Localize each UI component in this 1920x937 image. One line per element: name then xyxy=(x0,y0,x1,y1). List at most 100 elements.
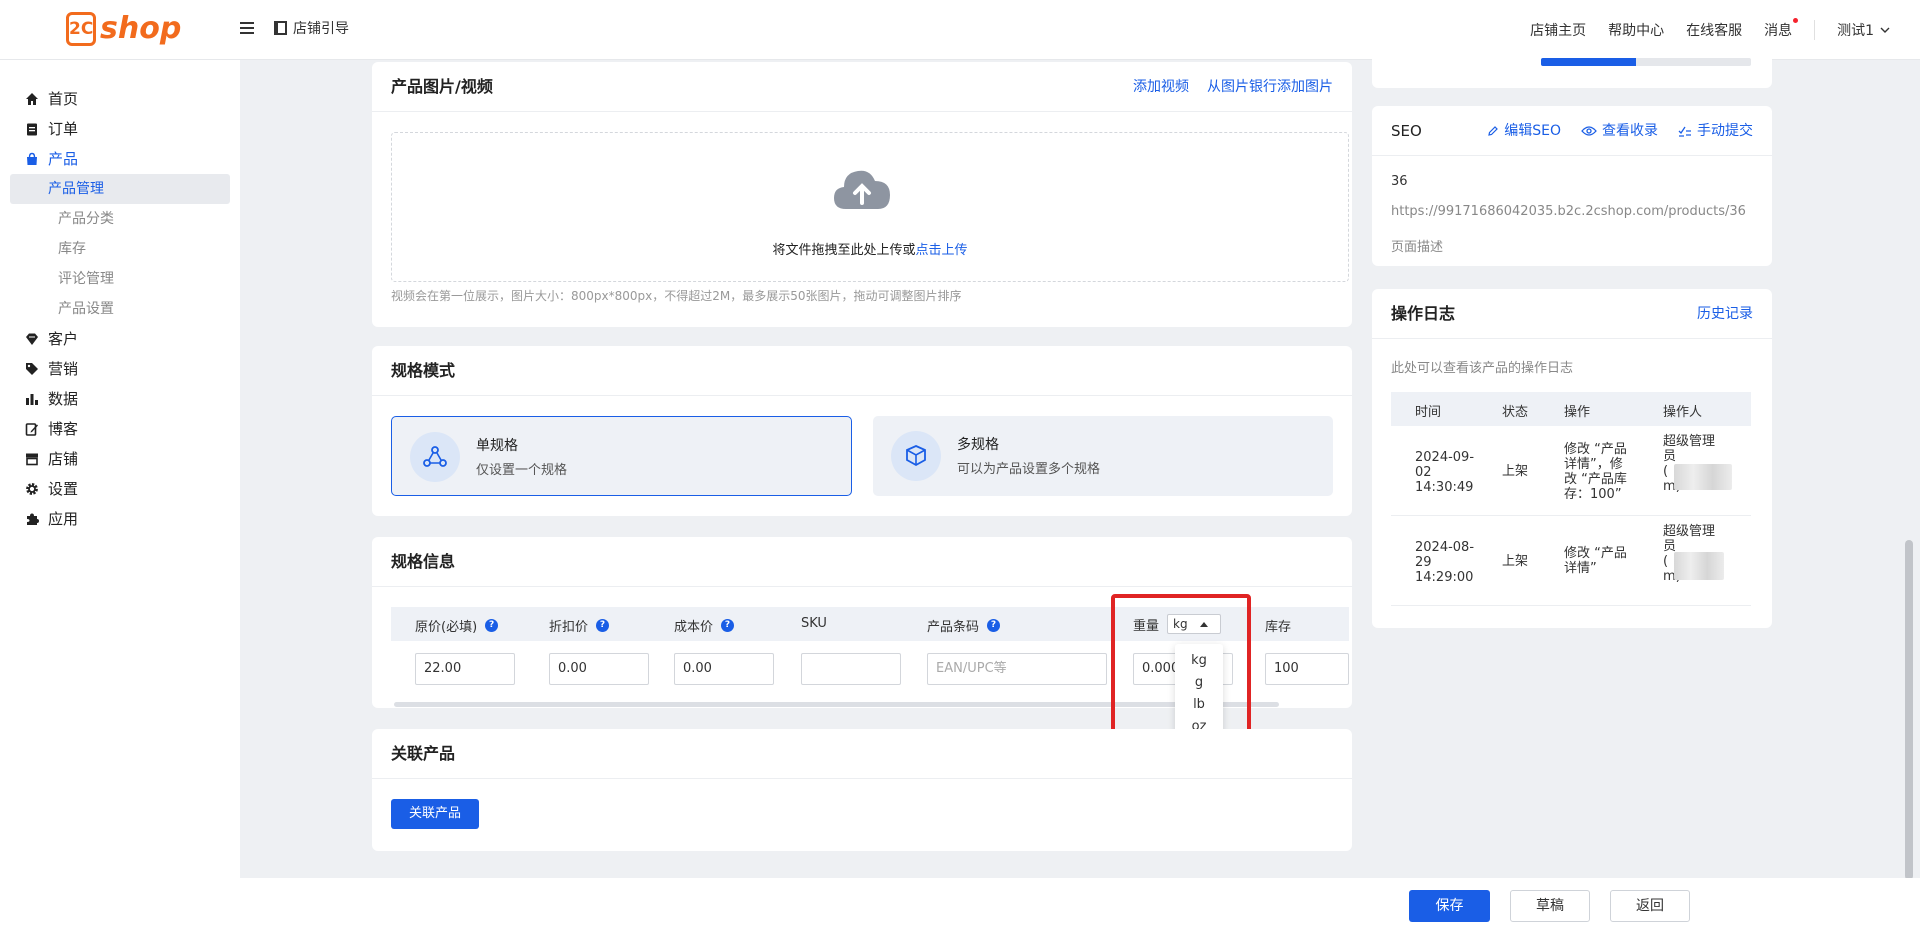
spec-mode-title: 规格模式 xyxy=(391,361,456,380)
sidebar-item-home[interactable]: 首页 xyxy=(0,84,240,114)
action-footer: 保存 草稿 返回 xyxy=(240,878,1920,937)
col-sku: SKU xyxy=(801,616,827,631)
sidebar-subitem-product-settings[interactable]: 产品设置 xyxy=(10,294,230,324)
manual-submit-link[interactable]: 手动提交 xyxy=(1678,106,1753,156)
menu-toggle-icon[interactable] xyxy=(240,22,254,34)
media-panel-title: 产品图片/视频 xyxy=(391,77,493,96)
seo-title: SEO xyxy=(1391,122,1422,140)
sidebar-item-label: 营销 xyxy=(48,360,79,378)
history-link[interactable]: 历史记录 xyxy=(1697,289,1753,339)
add-video-link[interactable]: 添加视频 xyxy=(1133,62,1189,112)
sku-input[interactable] xyxy=(801,653,901,685)
home-icon xyxy=(26,93,38,105)
help-center-link[interactable]: 帮助中心 xyxy=(1608,20,1664,40)
log-op-line: 改 “产品库 xyxy=(1564,472,1627,487)
single-spec-desc: 仅设置一个规格 xyxy=(476,463,568,478)
seo-header: SEO 编辑SEO 查看收录 手动提交 xyxy=(1372,106,1772,156)
draft-button[interactable]: 草稿 xyxy=(1510,890,1590,922)
sidebar-subitem-product-category[interactable]: 产品分类 xyxy=(10,204,230,234)
back-button[interactable]: 返回 xyxy=(1610,890,1690,922)
logo[interactable]: 2C shop xyxy=(66,12,181,48)
col-sku-label: SKU xyxy=(801,616,827,631)
help-icon[interactable]: ? xyxy=(987,619,1001,632)
oplog-col-status: 状态 xyxy=(1502,405,1529,420)
book-icon xyxy=(274,21,287,35)
top-nav: 店铺主页 帮助中心 在线客服 消息 测试1 xyxy=(1530,18,1890,40)
sidebar-item-blog[interactable]: 博客 xyxy=(0,414,240,444)
sidebar-item-marketing[interactable]: 营销 xyxy=(0,354,240,384)
help-icon[interactable]: ? xyxy=(596,619,610,632)
col-discount: 折扣价? xyxy=(549,616,610,635)
log-time-line: 14:30:49 xyxy=(1415,480,1474,495)
col-cost: 成本价? xyxy=(674,616,735,635)
sidebar-subitem-reviews[interactable]: 评论管理 xyxy=(10,264,230,294)
edit-seo-label: 编辑SEO xyxy=(1504,123,1561,139)
spec-info-title: 规格信息 xyxy=(391,552,456,571)
barcode-input[interactable]: EAN/UPC等 xyxy=(927,653,1107,685)
log-time: 2024-08- 29 14:29:00 xyxy=(1415,540,1474,585)
media-hint: 视频会在第一位展示，图片大小：800px*800px，不得超过2M，最多展示50… xyxy=(391,289,962,303)
spec-mode-panel: 规格模式 单规格 仅设置一个规格 多规格 可以为产品设置多个规格 xyxy=(372,346,1352,516)
upload-dropzone[interactable]: 将文件拖拽至此处上传或点击上传 xyxy=(391,132,1349,282)
user-menu[interactable]: 测试1 xyxy=(1837,20,1890,40)
progress-fill xyxy=(1541,58,1636,66)
sidebar-item-data[interactable]: 数据 xyxy=(0,384,240,414)
single-spec-title: 单规格 xyxy=(476,438,518,454)
cost-input[interactable]: 0.00 xyxy=(674,653,774,685)
multi-spec-option[interactable]: 多规格 可以为产品设置多个规格 xyxy=(873,416,1333,496)
messages-label: 消息 xyxy=(1764,23,1793,39)
discount-input[interactable]: 0.00 xyxy=(549,653,649,685)
log-op-line: 详情” xyxy=(1564,561,1597,576)
redacted-blur xyxy=(1674,464,1732,490)
sidebar-item-store[interactable]: 店铺 xyxy=(0,444,240,474)
click-upload-link[interactable]: 点击上传 xyxy=(916,243,968,258)
related-title: 关联产品 xyxy=(391,744,456,763)
sidebar-item-label: 数据 xyxy=(48,390,79,408)
diamond-icon xyxy=(26,333,38,345)
sidebar-item-products[interactable]: 产品 xyxy=(0,144,240,174)
eye-icon xyxy=(1581,126,1597,136)
sidebar-subitem-product-management[interactable]: 产品管理 xyxy=(10,174,230,204)
table-row: 2024-09- 02 14:30:49 上架 修改 “产品 详情”，修改 “产品库存… xyxy=(1391,426,1751,516)
sidebar-item-orders[interactable]: 订单 xyxy=(0,114,240,144)
help-icon[interactable]: ? xyxy=(721,619,735,632)
sidebar-item-label: 博客 xyxy=(48,420,79,438)
store-home-link[interactable]: 店铺主页 xyxy=(1530,20,1586,40)
log-operator-line: 员 xyxy=(1663,449,1677,464)
cloud-upload-icon xyxy=(834,170,890,209)
single-spec-option[interactable]: 单规格 仅设置一个规格 xyxy=(391,416,852,496)
col-cost-label: 成本价 xyxy=(674,620,714,635)
sidebar-item-customers[interactable]: 客户 xyxy=(0,324,240,354)
stock-input[interactable]: 100 xyxy=(1265,653,1349,685)
related-panel: 关联产品 关联产品 xyxy=(372,729,1352,851)
add-from-image-bank-link[interactable]: 从图片银行添加图片 xyxy=(1207,62,1333,112)
store-guide-link[interactable]: 店铺引导 xyxy=(274,18,349,38)
col-barcode-label: 产品条码 xyxy=(927,620,980,635)
multi-spec-icon-circle xyxy=(891,431,941,481)
oplog-col-time: 时间 xyxy=(1415,405,1442,420)
edit-seo-link[interactable]: 编辑SEO xyxy=(1487,106,1561,156)
view-index-label: 查看收录 xyxy=(1602,123,1658,139)
help-icon[interactable]: ? xyxy=(485,619,499,632)
messages-link[interactable]: 消息 xyxy=(1764,18,1799,40)
chevron-down-icon xyxy=(1880,27,1890,33)
log-operator-line: 超级管理 xyxy=(1663,434,1716,449)
sidebar-item-label: 店铺 xyxy=(48,450,79,468)
price-input[interactable]: 22.00 xyxy=(415,653,515,685)
sidebar-subitem-inventory[interactable]: 库存 xyxy=(10,234,230,264)
view-index-link[interactable]: 查看收录 xyxy=(1581,106,1658,156)
oplog-table-header: 时间 状态 操作 操作人 xyxy=(1391,392,1751,426)
spec-mode-header: 规格模式 xyxy=(372,346,1352,396)
log-time-line: 29 xyxy=(1415,555,1432,570)
online-service-link[interactable]: 在线客服 xyxy=(1686,20,1742,40)
sidebar-item-apps[interactable]: 应用 xyxy=(0,504,240,534)
save-button[interactable]: 保存 xyxy=(1409,890,1490,922)
clipboard-icon xyxy=(27,123,37,136)
col-discount-label: 折扣价 xyxy=(549,620,589,635)
seo-url: https://99171686042035.b2c.2cshop.com/pr… xyxy=(1391,204,1746,219)
relate-products-button[interactable]: 关联产品 xyxy=(391,799,479,829)
sidebar-item-label: 产品 xyxy=(48,150,79,168)
page-vertical-scrollbar[interactable] xyxy=(1905,540,1913,880)
sidebar-item-settings[interactable]: 设置 xyxy=(0,474,240,504)
tag-icon xyxy=(26,363,38,375)
